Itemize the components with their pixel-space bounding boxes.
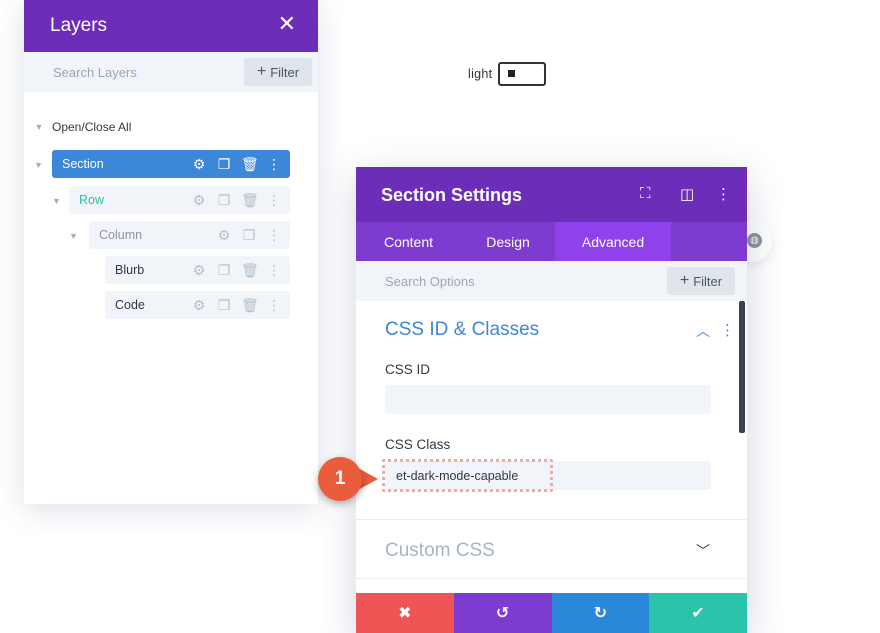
css-class-label: CSS Class — [385, 437, 451, 452]
check-icon: ✔ — [691, 605, 705, 622]
gear-icon[interactable]: ⚙ — [191, 157, 207, 171]
tab-content[interactable]: Content — [356, 222, 461, 261]
split-view-icon[interactable]: ◫ — [680, 185, 694, 203]
tab-design[interactable]: Design — [461, 222, 555, 261]
trash-icon[interactable]: 🗑 — [241, 263, 259, 277]
layer-item-row[interactable]: Row ⚙ ❐ 🗑 ⋮ — [69, 186, 290, 214]
duplicate-icon[interactable]: ❐ — [241, 228, 257, 242]
layer-item-column[interactable]: Column ⚙ ❐ ⋮ — [89, 221, 290, 249]
scrollbar[interactable] — [739, 301, 745, 433]
plus-icon: + — [256, 63, 267, 80]
open-close-all-label: Open/Close All — [52, 120, 132, 134]
layers-filter-button[interactable]: + Filter — [244, 58, 312, 86]
redo-button[interactable]: ↻ — [551, 593, 650, 633]
layer-item-label: Column — [99, 228, 143, 242]
css-id-label: CSS ID — [385, 362, 431, 377]
triangle-down-icon[interactable]: ▼ — [34, 160, 43, 170]
duplicate-icon[interactable]: ❐ — [216, 263, 232, 277]
search-options-input[interactable] — [356, 261, 685, 301]
settings-tabs: Content Design Advanced — [356, 222, 747, 261]
step-badge: 1 — [318, 457, 362, 501]
redo-icon: ↻ — [593, 605, 608, 622]
triangle-down-icon[interactable]: ▼ — [69, 231, 78, 241]
chevron-up-icon[interactable]: ︿ — [696, 321, 710, 341]
layers-header: Layers ✕ — [24, 0, 318, 52]
tab-advanced[interactable]: Advanced — [555, 222, 671, 261]
kebab-icon[interactable]: ⋮ — [266, 263, 282, 277]
kebab-icon[interactable]: ⋮ — [720, 321, 735, 339]
layers-panel: Layers ✕ + Filter ▼ Open/Close All ▼ Sec… — [24, 0, 318, 504]
trash-icon[interactable]: 🗑 — [241, 193, 259, 207]
duplicate-icon[interactable]: ❐ — [216, 193, 232, 207]
layer-item-blurb[interactable]: Blurb ⚙ ❐ 🗑 ⋮ — [105, 256, 290, 284]
css-id-input[interactable] — [385, 385, 711, 414]
globe-icon[interactable]: ◍ — [747, 233, 762, 248]
triangle-down-icon[interactable]: ▼ — [52, 196, 61, 206]
settings-filter-label: Filter — [693, 273, 723, 289]
duplicate-icon[interactable]: ❐ — [216, 157, 232, 171]
layer-item-label: Section — [62, 157, 104, 171]
close-icon[interactable]: ✕ — [278, 11, 296, 37]
trash-icon[interactable]: 🗑 — [241, 298, 259, 312]
save-button[interactable]: ✔ — [649, 593, 747, 633]
plus-icon: + — [679, 272, 690, 289]
layer-item-label: Row — [79, 193, 105, 207]
layer-item-section[interactable]: Section ⚙ ❐ 🗑 ⋮ — [52, 150, 290, 178]
toggle-knob — [508, 70, 516, 77]
layer-item-label: Code — [115, 298, 145, 312]
kebab-icon[interactable]: ⋮ — [266, 228, 282, 242]
trash-icon[interactable]: 🗑 — [241, 157, 259, 171]
group-title-css-id-classes[interactable]: CSS ID & Classes — [385, 319, 539, 341]
light-toggle-label: light — [468, 67, 493, 81]
layers-title: Layers — [50, 15, 108, 36]
layers-filter-label: Filter — [270, 64, 300, 80]
settings-search-bar: + Filter — [356, 261, 747, 301]
open-close-all-toggle[interactable]: ▼ Open/Close All — [34, 120, 132, 134]
light-mode-toggle[interactable]: light — [468, 62, 547, 86]
divider — [356, 578, 747, 579]
close-icon: ✖ — [398, 605, 412, 622]
cancel-button[interactable]: ✖ — [356, 593, 454, 633]
layer-item-label: Blurb — [115, 263, 145, 277]
group-title-custom-css[interactable]: Custom CSS — [385, 540, 495, 562]
chevron-down-icon[interactable]: ﹀ — [696, 541, 710, 561]
gear-icon[interactable]: ⚙ — [191, 298, 207, 312]
triangle-down-icon: ▼ — [34, 122, 44, 132]
layer-item-code[interactable]: Code ⚙ ❐ 🗑 ⋮ — [105, 291, 290, 319]
kebab-icon[interactable]: ⋮ — [716, 185, 731, 203]
kebab-icon[interactable]: ⋮ — [266, 157, 282, 171]
gear-icon[interactable]: ⚙ — [191, 193, 207, 207]
search-layers-input[interactable] — [24, 52, 263, 92]
kebab-icon[interactable]: ⋮ — [266, 298, 282, 312]
gear-icon[interactable]: ⚙ — [216, 228, 232, 242]
undo-button[interactable]: ↺ — [453, 593, 552, 633]
toggle-switch[interactable] — [498, 62, 547, 86]
settings-footer: ✖ ↺ ↻ ✔ — [356, 593, 747, 633]
undo-icon: ↺ — [495, 605, 510, 622]
settings-title: Section Settings — [381, 185, 523, 205]
kebab-icon[interactable]: ⋮ — [266, 193, 282, 207]
section-settings-modal: Section Settings ⛶ ◫ ⋮ Content Design Ad… — [356, 167, 747, 633]
focus-icon[interactable]: ⛶ — [640, 185, 651, 202]
duplicate-icon[interactable]: ❐ — [216, 298, 232, 312]
settings-header: Section Settings ⛶ ◫ ⋮ — [356, 167, 747, 222]
gear-icon[interactable]: ⚙ — [191, 263, 207, 277]
divider — [356, 519, 747, 520]
settings-filter-button[interactable]: + Filter — [667, 267, 735, 295]
layers-search-bar: + Filter — [24, 52, 318, 92]
highlight-outline — [382, 459, 553, 492]
